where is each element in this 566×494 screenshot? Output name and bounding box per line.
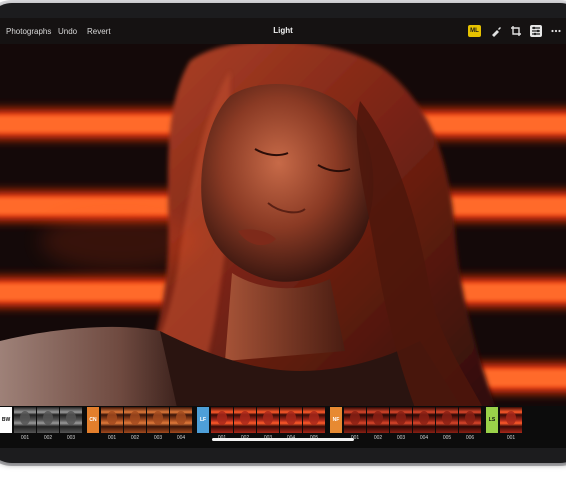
preset-thumbnail-label: 002 [43,435,53,441]
thumbnail-image [286,411,296,425]
preset-thumbnail[interactable] [14,407,36,433]
preset-thumbnail[interactable] [344,407,366,433]
thumbnail-image [442,411,452,425]
preset-thumbnail[interactable] [436,407,458,433]
thumbnail-image [506,411,516,425]
preset-thumbnail[interactable] [257,407,279,433]
photographs-button[interactable]: Photographs [6,27,51,36]
tablet-bezel: Photographs Undo Revert Light ML BW 001 00… [0,3,566,463]
revert-button[interactable]: Revert [87,27,111,36]
thumbnail-image [309,411,319,425]
preset-group-ls[interactable]: LS [486,407,498,433]
thumbnail-image [153,411,163,425]
preset-group-bw[interactable]: BW [0,407,12,433]
preset-thumbnail[interactable] [413,407,435,433]
preset-thumbnail[interactable] [170,407,192,433]
preset-thumbnail-label: 001 [20,435,30,441]
preset-thumbnail[interactable] [303,407,325,433]
preset-thumbnail-label: 003 [153,435,163,441]
preset-thumbnail-label: 002 [373,435,383,441]
photo-canvas[interactable] [0,41,566,421]
preset-thumbnail[interactable] [211,407,233,433]
preset-thumbnail-label: 001 [107,435,117,441]
more-icon[interactable] [550,25,562,37]
preset-thumbnail[interactable] [459,407,481,433]
sliders-icon[interactable] [530,25,542,37]
preset-thumbnail-label: 003 [66,435,76,441]
thumbnail-image [465,411,475,425]
thumbnail-image [130,411,140,425]
top-toolbar: Photographs Undo Revert Light ML [0,18,566,44]
preset-thumbnail-label: 005 [442,435,452,441]
preset-thumbnail-label: 002 [130,435,140,441]
preset-group-lf[interactable]: LF [197,407,209,433]
thumbnail-image [43,411,53,425]
preset-thumbnail-label: 004 [176,435,186,441]
preset-thumbnail[interactable] [367,407,389,433]
preset-thumbnail-label: 001 [506,435,516,441]
preset-thumbnail[interactable] [234,407,256,433]
preset-thumbnail[interactable] [147,407,169,433]
preset-thumbnail[interactable] [124,407,146,433]
ml-badge[interactable]: ML [468,25,481,37]
home-indicator[interactable] [212,438,354,441]
preset-filmstrip: BW 001 002 003 CN 001 002 003 004 LF 001 002 003 004 0… [0,406,566,448]
preset-thumbnail-label: 004 [419,435,429,441]
thumbnail-image [350,411,360,425]
thumbnail-image [240,411,250,425]
undo-button[interactable]: Undo [58,27,77,36]
preset-thumbnail[interactable] [101,407,123,433]
preset-thumbnail[interactable] [60,407,82,433]
thumbnail-image [419,411,429,425]
brush-icon[interactable] [490,25,502,37]
thumbnail-image [66,411,76,425]
thumbnail-image [396,411,406,425]
page-title: Light [273,26,293,35]
thumbnail-image [263,411,273,425]
preset-thumbnail-label: 003 [396,435,406,441]
preset-group-cn[interactable]: CN [87,407,99,433]
preset-group-nf[interactable]: NF [330,407,342,433]
thumbnail-image [20,411,30,425]
thumbnail-image [373,411,383,425]
thumbnail-image [107,411,117,425]
preset-thumbnail[interactable] [500,407,522,433]
app-screen: Photographs Undo Revert Light ML BW 001 00… [0,18,566,448]
preset-thumbnail[interactable] [280,407,302,433]
preset-thumbnail[interactable] [37,407,59,433]
preset-thumbnail[interactable] [390,407,412,433]
crop-icon[interactable] [510,25,522,37]
thumbnail-image [176,411,186,425]
preset-thumbnail-label: 006 [465,435,475,441]
thumbnail-image [217,411,227,425]
